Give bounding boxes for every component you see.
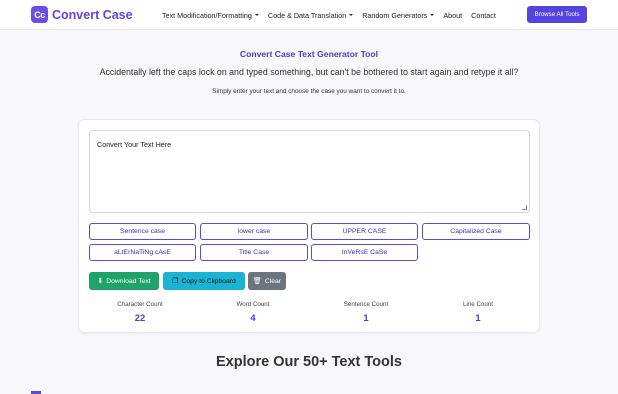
trash-icon: 🗑 — [252, 278, 262, 285]
lower-case-button[interactable]: lower case — [200, 223, 308, 240]
text-input-value: Convert Your Text Here — [97, 140, 172, 149]
explore-heading: Explore Our 50+ Text Tools — [215, 354, 402, 370]
nav-random-generators[interactable]: Random Generators — [362, 10, 435, 20]
download-text-button[interactable]: ⬇ Download Text — [89, 272, 159, 290]
stat-line-count: Line Count 1 — [420, 301, 536, 323]
sentence-case-button[interactable]: Sentence case — [89, 223, 196, 240]
stat-word-count: Word Count 4 — [195, 301, 311, 323]
stat-value: 4 — [250, 312, 256, 323]
tagline: Accidentally left the caps lock on and t… — [99, 67, 519, 77]
clear-label: Clear — [264, 277, 282, 285]
converter-card: Convert Your Text Here Sentence case low… — [78, 119, 540, 333]
stat-label: Line Count — [463, 301, 493, 308]
nav-code-data-translation[interactable]: Code & Data Translation — [267, 10, 354, 20]
copy-label: Copy to Clipboard — [181, 277, 236, 285]
nav-text-modification[interactable]: Text Modification/Formatting — [162, 11, 259, 20]
tool-title: Convert Case Text Generator Tool — [239, 49, 379, 59]
top-navbar: Cc Convert Case Text Modification/Format… — [0, 0, 618, 30]
nav-label: About — [443, 10, 463, 20]
download-icon: ⬇ — [97, 278, 104, 285]
caret-down-icon — [254, 14, 259, 16]
clear-button[interactable]: 🗑 Clear — [248, 272, 286, 290]
logo-icon: Cc — [31, 6, 48, 23]
stat-value: 1 — [475, 312, 481, 323]
browse-all-tools-button[interactable]: Browse All Tools — [527, 6, 587, 23]
title-case-button[interactable]: Title Case — [200, 244, 308, 261]
caret-down-icon — [349, 14, 354, 16]
nav-about[interactable]: About — [443, 11, 462, 20]
caret-down-icon — [430, 14, 435, 16]
stat-label: Sentence Count — [343, 301, 389, 308]
stat-value: 22 — [134, 312, 146, 323]
instruction-text: Simply enter your text and choose the ca… — [212, 88, 406, 95]
download-label: Download Text — [106, 277, 151, 285]
stat-sentence-count: Sentence Count 1 — [308, 301, 424, 323]
site-logo[interactable]: Cc Convert Case — [31, 6, 133, 23]
nav-label: Code & Data Translation — [267, 10, 347, 20]
text-input-area[interactable]: Convert Your Text Here — [89, 130, 530, 213]
upper-case-button[interactable]: UPPER CASE — [311, 223, 418, 240]
capitalized-case-button[interactable]: Capitalized Case — [422, 223, 530, 240]
main-nav: Text Modification/Formatting Code & Data… — [162, 0, 505, 30]
nav-label: Random Generators — [362, 10, 428, 20]
nav-contact[interactable]: Contact — [471, 11, 496, 20]
alternating-case-button[interactable]: aLtErNaTiNg cAsE — [89, 244, 196, 261]
copy-icon: ❐ — [172, 278, 179, 285]
nav-label: Contact — [471, 10, 496, 20]
nav-label: Text Modification/Formatting — [162, 10, 252, 20]
logo-text: Convert Case — [52, 7, 133, 22]
stat-label: Word Count — [236, 301, 270, 308]
stat-character-count: Character Count 22 — [82, 301, 198, 323]
stat-label: Character Count — [117, 301, 163, 308]
inverse-case-button[interactable]: InVeRsE CaSe — [311, 244, 418, 261]
resize-handle-icon[interactable] — [522, 205, 527, 210]
copy-to-clipboard-button[interactable]: ❐ Copy to Clipboard — [163, 272, 245, 290]
stat-value: 1 — [363, 312, 369, 323]
